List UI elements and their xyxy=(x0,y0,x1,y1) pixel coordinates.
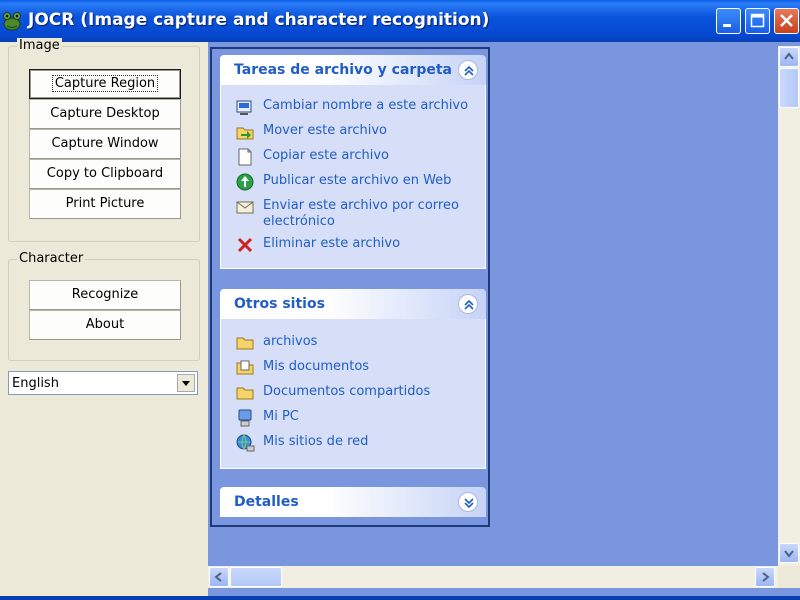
other-places-list: archivos Mis documentos Documentos compa… xyxy=(220,319,486,469)
control-panel: Image Capture Region Capture Desktop Cap… xyxy=(0,38,208,596)
computer-icon xyxy=(238,409,252,427)
copy-to-clipboard-button[interactable]: Copy to Clipboard xyxy=(29,159,181,189)
copy-icon xyxy=(238,148,252,166)
capture-window-button[interactable]: Capture Window xyxy=(29,129,181,159)
character-group: Character Recognize About xyxy=(8,251,200,361)
mail-icon xyxy=(236,201,254,214)
file-tasks-header[interactable]: Tareas de archivo y carpeta xyxy=(220,55,486,85)
expand-details-button[interactable] xyxy=(458,492,478,512)
other-places-title: Otros sitios xyxy=(234,296,325,312)
dropdown-arrow-button[interactable] xyxy=(177,374,195,392)
network-icon xyxy=(236,434,255,452)
scroll-left-button[interactable] xyxy=(209,567,229,587)
arrow-up-icon xyxy=(784,52,794,60)
rename-icon xyxy=(236,100,252,115)
delete-icon xyxy=(237,237,253,253)
details-header[interactable]: Detalles xyxy=(220,487,486,517)
capture-desktop-button[interactable]: Capture Desktop xyxy=(29,99,181,129)
globe-icon xyxy=(236,173,254,191)
task-panel-image: Tareas de archivo y carpeta Cambiar nomb… xyxy=(210,47,490,527)
image-view-pane[interactable]: Tareas de archivo y carpeta Cambiar nomb… xyxy=(208,42,800,596)
my-documents-icon xyxy=(236,360,254,375)
move-icon xyxy=(236,127,254,140)
maximize-button[interactable] xyxy=(745,8,770,34)
image-group: Image Capture Region Capture Desktop Cap… xyxy=(8,38,200,242)
recognize-button[interactable]: Recognize xyxy=(29,280,181,310)
arrow-left-icon xyxy=(214,572,222,582)
scroll-down-button[interactable] xyxy=(779,543,799,563)
scrollbar-corner xyxy=(778,566,800,588)
scroll-right-button[interactable] xyxy=(755,567,775,587)
other-places-header[interactable]: Otros sitios xyxy=(220,289,486,319)
window-title: JOCR (Image capture and character recogn… xyxy=(28,10,490,30)
horizontal-scrollbar[interactable] xyxy=(208,566,778,588)
arrow-right-icon xyxy=(762,572,770,582)
folder-icon xyxy=(236,387,254,400)
vertical-scroll-thumb[interactable] xyxy=(779,68,799,108)
about-button[interactable]: About xyxy=(29,310,181,340)
collapse-other-places-button[interactable] xyxy=(458,294,478,314)
language-value: English xyxy=(12,376,59,391)
character-group-legend: Character xyxy=(17,251,86,266)
close-button[interactable] xyxy=(774,8,799,34)
chevron-up-double-icon xyxy=(464,65,474,76)
maximize-icon xyxy=(750,13,765,28)
window-bottom-border xyxy=(0,596,800,600)
capture-region-button[interactable]: Capture Region xyxy=(29,69,181,99)
file-tasks-list: Cambiar nombre a este archivo Mover este… xyxy=(220,85,486,269)
image-group-legend: Image xyxy=(17,38,62,53)
title-bar[interactable]: JOCR (Image capture and character recogn… xyxy=(0,0,800,42)
minimize-icon xyxy=(723,24,731,27)
vertical-scrollbar[interactable] xyxy=(778,46,800,566)
details-title: Detalles xyxy=(234,494,299,510)
scroll-up-button[interactable] xyxy=(779,47,799,67)
minimize-button[interactable] xyxy=(716,8,741,34)
chevron-down-double-icon xyxy=(464,498,474,509)
folder-icon xyxy=(236,337,254,350)
collapse-file-tasks-button[interactable] xyxy=(458,60,478,80)
arrow-down-icon xyxy=(784,550,794,558)
close-icon xyxy=(780,14,793,27)
task-link-email[interactable]: Enviar este archivo por correo electróni… xyxy=(235,197,475,231)
language-select[interactable]: English xyxy=(8,371,198,395)
chevron-up-double-icon xyxy=(464,299,474,310)
file-tasks-title: Tareas de archivo y carpeta xyxy=(234,62,452,78)
chevron-down-icon xyxy=(182,381,190,386)
frog-icon xyxy=(3,12,21,31)
horizontal-scroll-thumb[interactable] xyxy=(230,567,282,587)
print-picture-button[interactable]: Print Picture xyxy=(29,189,181,219)
